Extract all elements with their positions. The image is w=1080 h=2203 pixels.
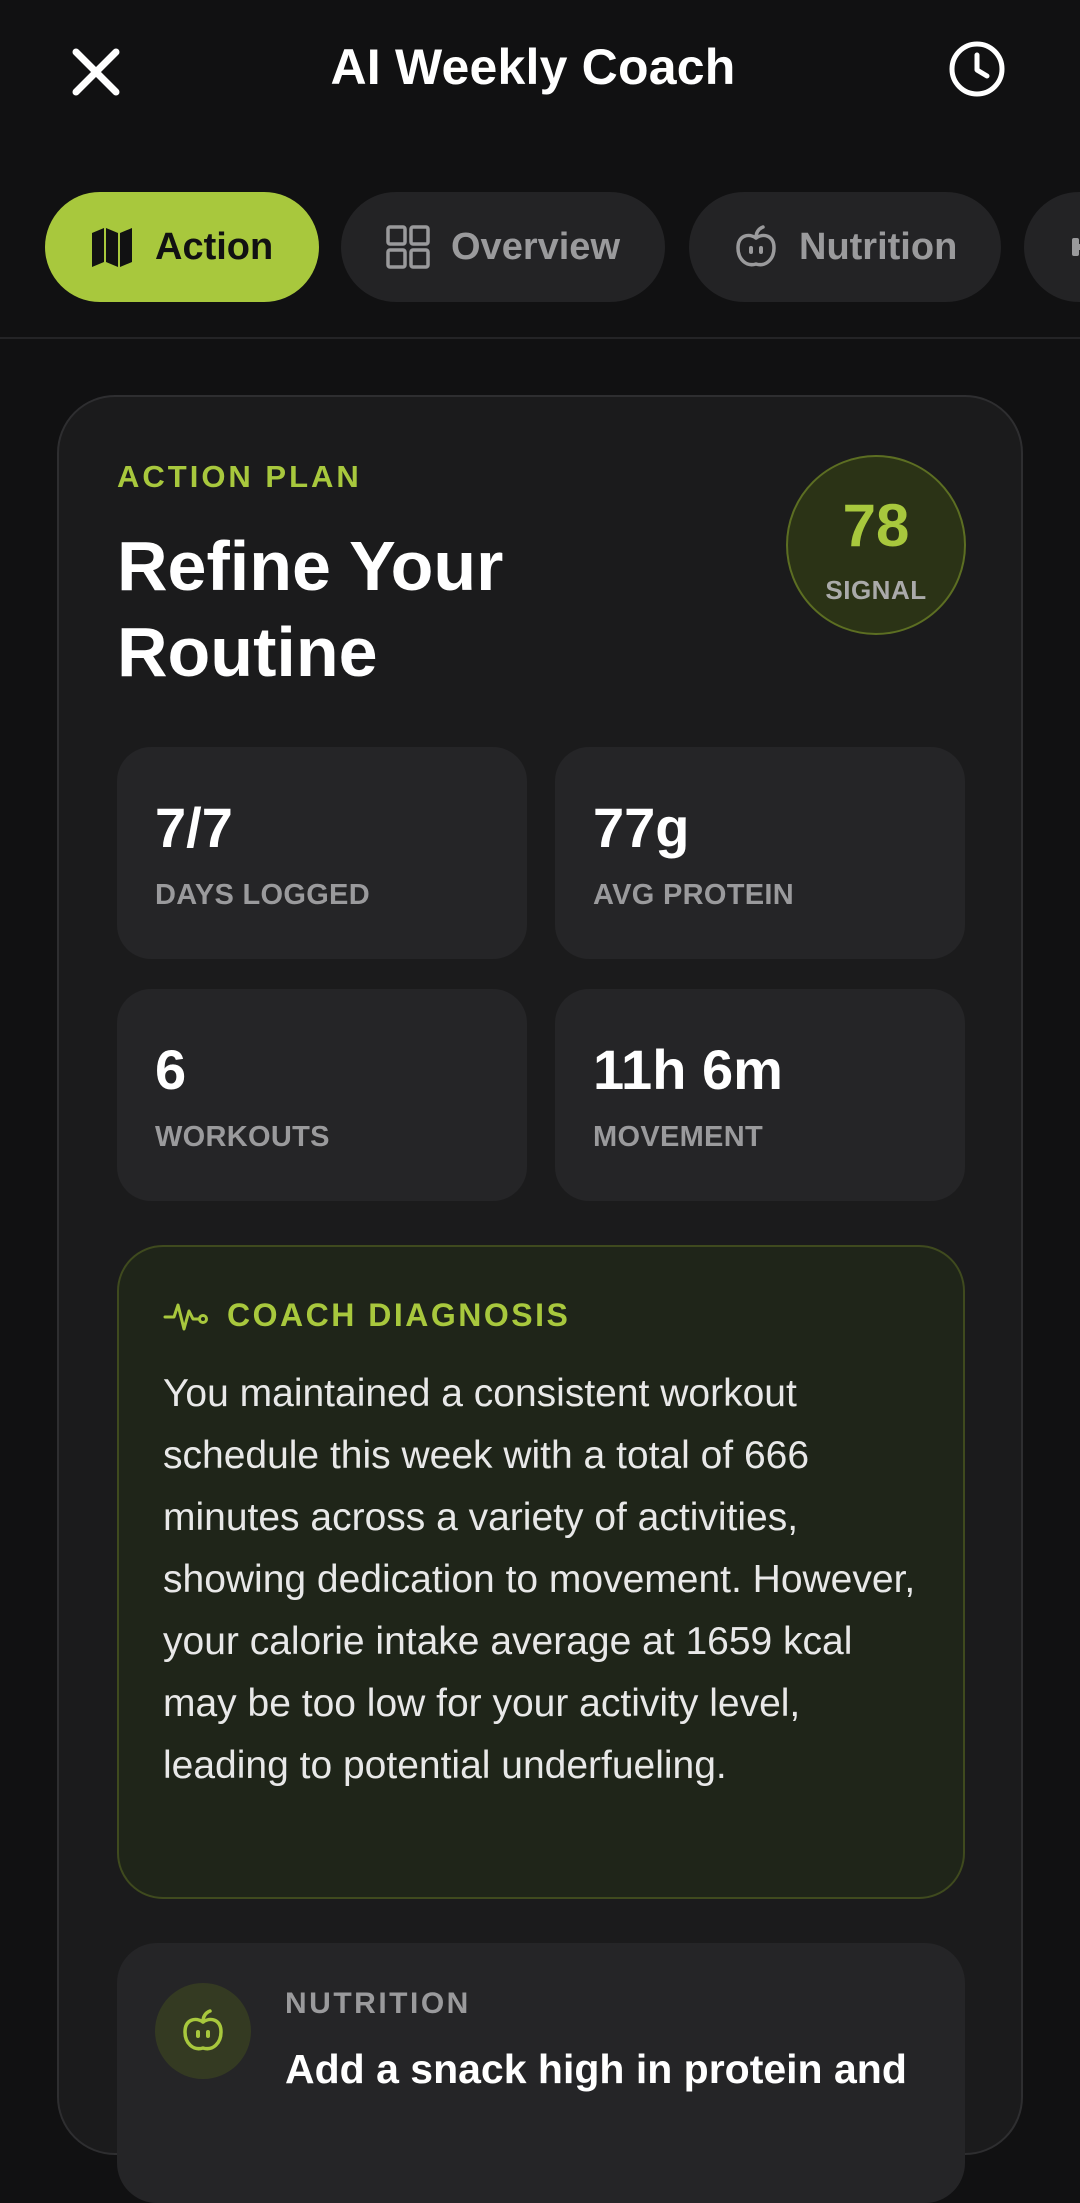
plan-headline: Refine Your Routine [117, 527, 504, 691]
tab-bar: Action Overview Nutrition [0, 192, 1080, 304]
grid-icon [386, 225, 430, 269]
pulse-icon [163, 1303, 208, 1331]
tab-training[interactable] [1024, 192, 1080, 302]
apple-icon [183, 2009, 223, 2051]
diagnosis-header: COACH DIAGNOSIS [163, 1295, 570, 1335]
stat-value: 77g [593, 796, 690, 859]
nutrition-icon-badge [155, 1983, 251, 2079]
stat-label: AVG PROTEIN [593, 879, 794, 911]
signal-label: SIGNAL [825, 575, 927, 605]
diagnosis-title: COACH DIAGNOSIS [227, 1296, 571, 1333]
apple-icon [736, 225, 776, 267]
tab-label: Action [155, 225, 274, 268]
diagnosis-text: You maintained a consistent workout sche… [163, 1372, 916, 1787]
coach-diagnosis-panel: COACH DIAGNOSIS You maintained a consist… [117, 1245, 965, 1899]
tab-label: Nutrition [799, 225, 958, 268]
clock-icon[interactable] [946, 38, 1008, 100]
recommendation-item[interactable]: NUTRITION Add a snack high in protein an… [117, 1943, 965, 2203]
page-title: AI Weekly Coach [330, 39, 736, 95]
tab-action[interactable]: Action [45, 192, 319, 302]
stat-value: 11h 6m [593, 1038, 783, 1101]
dumbbell-icon [1072, 238, 1080, 256]
divider [0, 337, 1080, 339]
recommendation-category: NUTRITION [285, 1987, 471, 2020]
stat-value: 7/7 [155, 796, 233, 859]
stat-label: DAYS LOGGED [155, 879, 370, 911]
stat-label: MOVEMENT [593, 1121, 763, 1153]
stat-label: WORKOUTS [155, 1121, 330, 1153]
tab-overview[interactable]: Overview [341, 192, 665, 302]
stat-avg-protein: 77g AVG PROTEIN [555, 747, 965, 959]
top-bar: AI Weekly Coach [0, 0, 1080, 140]
tab-nutrition[interactable]: Nutrition [689, 192, 1001, 302]
stat-movement: 11h 6m MOVEMENT [555, 989, 965, 1201]
stat-value: 6 [155, 1038, 187, 1101]
recommendation-text: Add a snack high in protein and [285, 2046, 907, 2092]
stat-days-logged: 7/7 DAYS LOGGED [117, 747, 527, 959]
tab-label: Overview [451, 225, 620, 268]
signal-score-badge: 78 SIGNAL [786, 455, 966, 635]
signal-value: 78 [842, 492, 910, 559]
action-plan-card: ACTION PLAN Refine Your Routine 78 SIGNA… [57, 395, 1023, 2203]
stat-workouts: 6 WORKOUTS [117, 989, 527, 1201]
section-eyebrow: ACTION PLAN [117, 459, 362, 494]
map-icon [92, 228, 132, 267]
